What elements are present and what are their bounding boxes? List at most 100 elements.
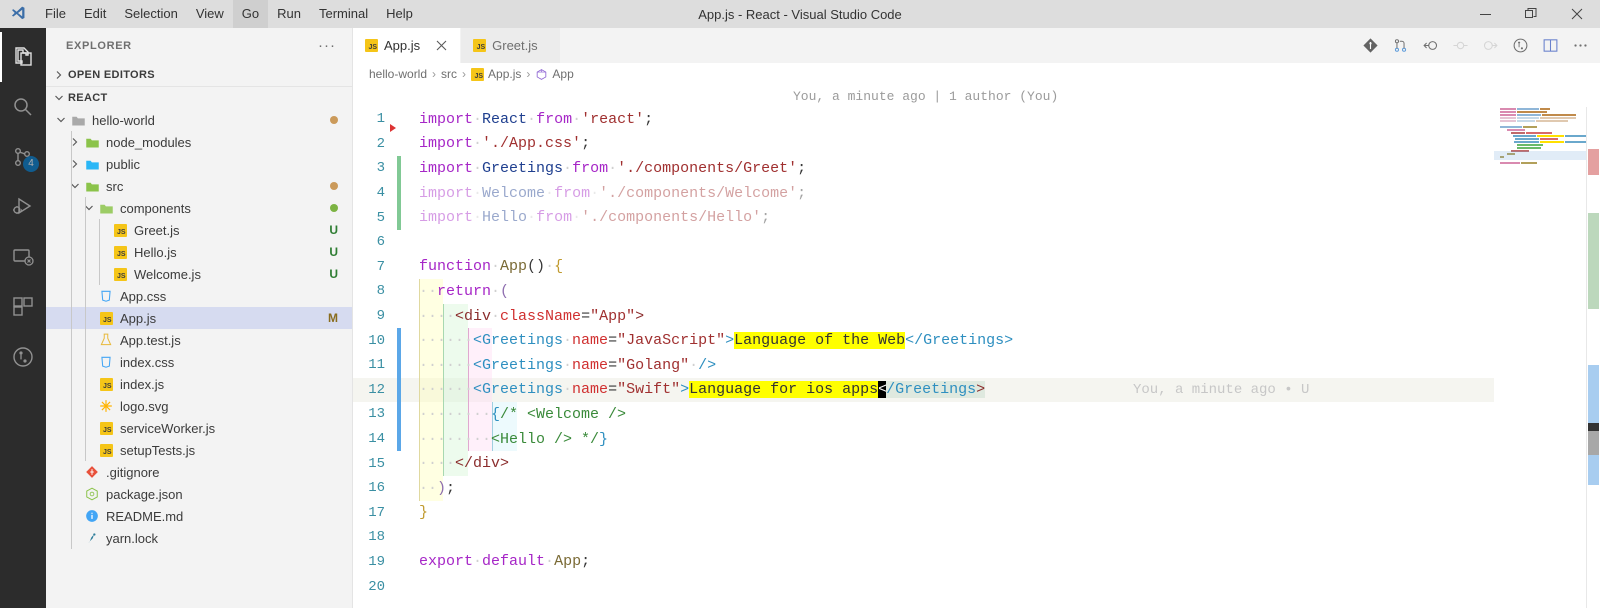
tree-item-serviceworker-js[interactable]: JS serviceWorker.js bbox=[46, 417, 352, 439]
editor-action-split-editor[interactable] bbox=[1536, 32, 1564, 60]
gutter-decoration[interactable] bbox=[395, 476, 407, 501]
tree-item-hello-world[interactable]: hello-world bbox=[46, 109, 352, 131]
tree-item-setuptests-js[interactable]: JS setupTests.js bbox=[46, 439, 352, 461]
gutter-decoration[interactable] bbox=[395, 352, 407, 378]
close-icon[interactable] bbox=[1554, 0, 1600, 28]
code-line[interactable]: 4 import·Welcome·from·'./components/Welco… bbox=[353, 180, 1600, 206]
code-line[interactable]: 18 bbox=[353, 525, 1600, 550]
code-line[interactable]: 13 ········{/* <Welcome /> bbox=[353, 402, 1600, 427]
tree-item-yarn-lock[interactable]: yarn.lock bbox=[46, 527, 352, 549]
tree-item-readme-md[interactable]: README.md bbox=[46, 505, 352, 527]
code-line[interactable]: 7 function·App()·{ bbox=[353, 255, 1600, 280]
close-icon[interactable] bbox=[432, 37, 450, 55]
code-line[interactable]: 3 import·Greetings·from·'./components/Gre… bbox=[353, 156, 1600, 181]
code-scroll[interactable]: 1 import·React·from·'react'; 2 import·'./Ap… bbox=[353, 107, 1600, 608]
gutter-decoration[interactable] bbox=[395, 402, 407, 427]
tree-item-src[interactable]: src bbox=[46, 175, 352, 197]
minimap[interactable] bbox=[1494, 107, 1586, 608]
gutter-decoration[interactable] bbox=[395, 377, 407, 403]
code-lines[interactable]: 1 import·React·from·'react'; 2 import·'./Ap… bbox=[353, 107, 1600, 599]
code-line[interactable]: 17} bbox=[353, 501, 1600, 526]
gutter-decoration[interactable] bbox=[395, 328, 407, 353]
code-line[interactable]: 6 bbox=[353, 230, 1600, 255]
tree-item-index-css[interactable]: index.css bbox=[46, 351, 352, 373]
editor-action-toggle-blame[interactable] bbox=[1506, 32, 1534, 60]
gutter-decoration[interactable] bbox=[395, 156, 407, 181]
editor-action-gitlens-open-revision[interactable] bbox=[1416, 32, 1444, 60]
editor-action-gitlens-open-changes[interactable] bbox=[1356, 32, 1384, 60]
tree-item-greet-js[interactable]: JS Greet.js U bbox=[46, 219, 352, 241]
menu-edit[interactable]: Edit bbox=[75, 0, 115, 28]
gutter-decoration[interactable] bbox=[395, 205, 407, 230]
sidebar-more-actions-icon[interactable]: ··· bbox=[312, 37, 342, 54]
menu-view[interactable]: View bbox=[187, 0, 233, 28]
breadcrumb-item-app[interactable]: App bbox=[535, 67, 574, 81]
gutter-decoration[interactable] bbox=[395, 180, 407, 206]
overview-ruler[interactable] bbox=[1586, 107, 1600, 608]
gutter-decoration[interactable] bbox=[395, 574, 407, 599]
activity-explorer[interactable] bbox=[0, 32, 46, 82]
activity-remote-explorer[interactable] bbox=[0, 232, 46, 282]
code-line[interactable]: 9 ····<div·className="App"> bbox=[353, 303, 1600, 329]
code-line[interactable]: 8 ··return·( bbox=[353, 279, 1600, 304]
ruler-scrollbar-thumb[interactable] bbox=[1588, 431, 1599, 455]
tree-item-hello-js[interactable]: JS Hello.js U bbox=[46, 241, 352, 263]
code-line[interactable]: 16 ··); bbox=[353, 475, 1600, 501]
menu-terminal[interactable]: Terminal bbox=[310, 0, 377, 28]
restore-icon[interactable] bbox=[1508, 0, 1554, 28]
minimap-slider[interactable] bbox=[1494, 151, 1586, 160]
tree-item-app-css[interactable]: App.css bbox=[46, 285, 352, 307]
code-line[interactable]: 14 ········<Hello /> */} bbox=[353, 426, 1600, 452]
menu-go[interactable]: Go bbox=[232, 0, 269, 28]
editor-action-previous-change[interactable] bbox=[1446, 32, 1474, 60]
open-editors-section[interactable]: OPEN EDITORS bbox=[46, 63, 352, 86]
breadcrumb-item-src[interactable]: src bbox=[441, 67, 457, 81]
gutter-decoration[interactable] bbox=[395, 501, 407, 526]
gutter-decoration[interactable] bbox=[395, 550, 407, 575]
gutter-decoration[interactable] bbox=[395, 132, 407, 157]
tree-item-logo-svg[interactable]: logo.svg bbox=[46, 395, 352, 417]
editor-action-more-actions[interactable] bbox=[1566, 32, 1594, 60]
tree-item-node-modules[interactable]: node_modules bbox=[46, 131, 352, 153]
code-line[interactable]: 1 import·React·from·'react'; bbox=[353, 107, 1600, 132]
gutter-decoration[interactable] bbox=[395, 426, 407, 452]
code-line[interactable]: 12 ······<Greetings·name="Swift">Language… bbox=[353, 377, 1600, 403]
code-line[interactable]: 19 export·default·App; bbox=[353, 550, 1600, 575]
code-line[interactable]: 5 import·Hello·from·'./components/Hello'; bbox=[353, 205, 1600, 230]
menu-help[interactable]: Help bbox=[377, 0, 422, 28]
tree-item-components[interactable]: components bbox=[46, 197, 352, 219]
code-line[interactable]: 20 bbox=[353, 574, 1600, 599]
tree-item-index-js[interactable]: JS index.js bbox=[46, 373, 352, 395]
activity-run-and-debug[interactable] bbox=[0, 182, 46, 232]
code-editor[interactable]: 1 import·React·from·'react'; 2 import·'./Ap… bbox=[353, 107, 1600, 608]
menu-run[interactable]: Run bbox=[268, 0, 310, 28]
gutter-decoration[interactable] bbox=[390, 107, 407, 132]
chevron-down-icon[interactable] bbox=[54, 115, 68, 125]
gutter-decoration[interactable] bbox=[395, 255, 407, 280]
activity-gitlens[interactable] bbox=[0, 332, 46, 382]
menu-file[interactable]: File bbox=[36, 0, 75, 28]
activity-search[interactable] bbox=[0, 82, 46, 132]
menu-selection[interactable]: Selection bbox=[115, 0, 186, 28]
tree-item-app-js[interactable]: JS App.js M bbox=[46, 307, 352, 329]
tab-app-js[interactable]: JS App.js bbox=[353, 28, 462, 63]
menu-bar[interactable]: File Edit Selection View Go Run Terminal Help bbox=[36, 0, 422, 28]
editor-action-next-change[interactable] bbox=[1476, 32, 1504, 60]
tree-item--gitignore[interactable]: .gitignore bbox=[46, 461, 352, 483]
tree-item-package-json[interactable]: package.json bbox=[46, 483, 352, 505]
tab-greet-js[interactable]: JS Greet.js bbox=[461, 28, 562, 63]
gutter-decoration[interactable] bbox=[395, 451, 407, 476]
code-line[interactable]: 10 ······<Greetings·name="JavaScript">Lan… bbox=[353, 328, 1600, 353]
activity-source-control[interactable]: 4 bbox=[0, 132, 46, 182]
breadcrumb-item-app-js[interactable]: JS App.js bbox=[471, 67, 521, 81]
gutter-decoration[interactable] bbox=[395, 525, 407, 550]
editor-action-gitlens-compare[interactable] bbox=[1386, 32, 1414, 60]
tree-item-welcome-js[interactable]: JS Welcome.js U bbox=[46, 263, 352, 285]
gutter-decoration[interactable] bbox=[395, 230, 407, 255]
code-line[interactable]: 2 import·'./App.css'; bbox=[353, 132, 1600, 157]
code-line[interactable]: 11 ······<Greetings·name="Golang"·/> bbox=[353, 352, 1600, 378]
code-line[interactable]: 15 ····</div> bbox=[353, 451, 1600, 476]
workspace-root[interactable]: REACT bbox=[46, 86, 352, 109]
tree-item-public[interactable]: public bbox=[46, 153, 352, 175]
gutter-decoration[interactable] bbox=[395, 279, 407, 304]
